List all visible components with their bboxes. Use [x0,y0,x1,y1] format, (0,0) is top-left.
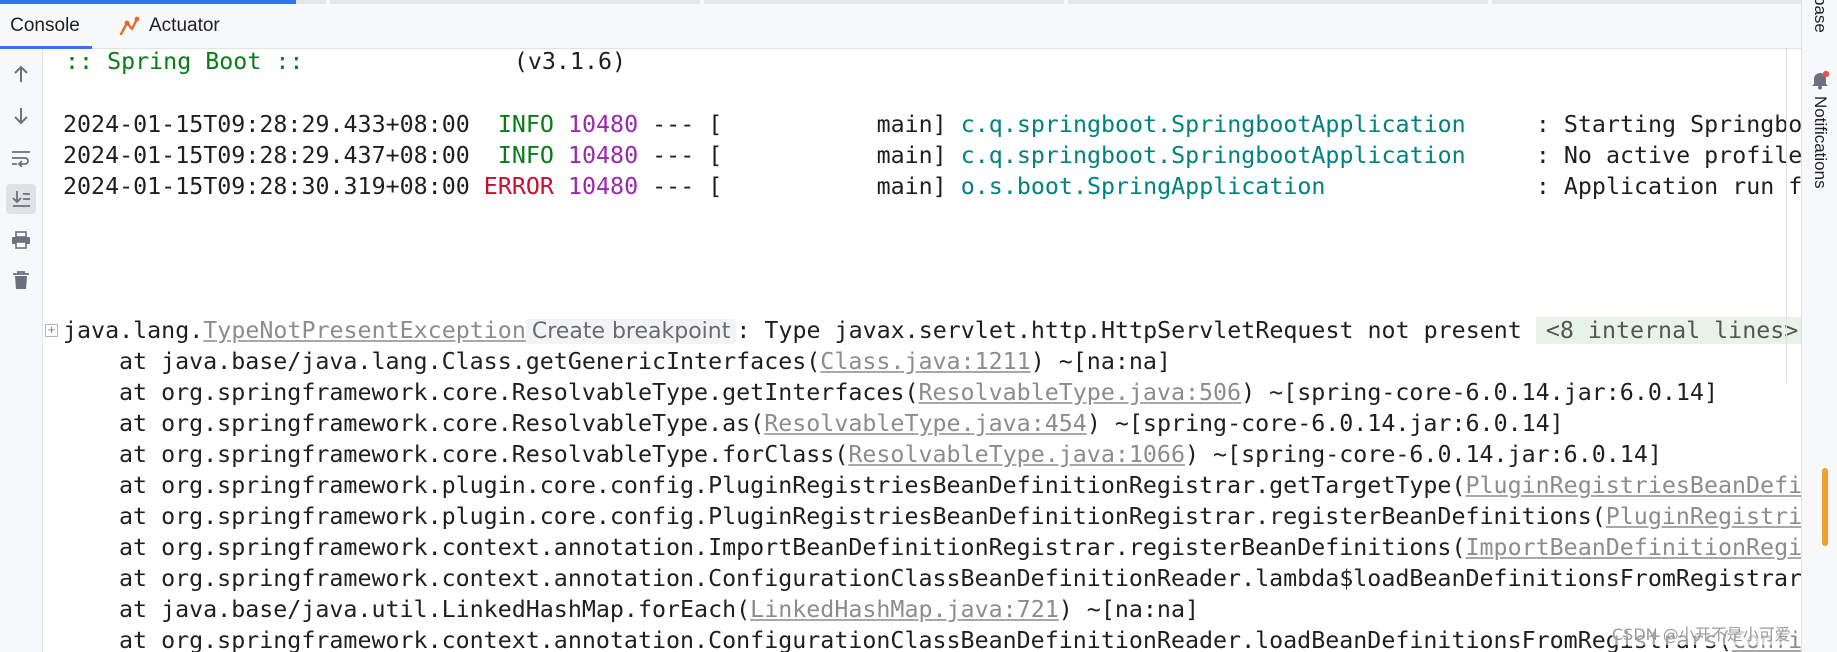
soft-wrap-icon [12,151,30,167]
tab-console-label: Console [10,15,80,36]
clear-all-button[interactable] [6,265,36,295]
watermark: CSDN @小开不是小可爱 [1612,621,1791,645]
tab-actuator-label: Actuator [149,15,220,36]
print-icon [12,231,30,249]
console-output[interactable]: :: Spring Boot :: (v3.1.6) 2024-01-15T09… [43,49,1801,652]
exception-line: java.lang.TypeNotPresentException Create … [63,315,1801,348]
scroll-to-end-icon [12,191,30,207]
log-message: : Starting Springboot [1535,111,1801,138]
log-logger: o.s.boot.SpringApplication [960,173,1326,200]
stack-frame: at org.springframework.context.annotatio… [119,625,1801,652]
log-message: : Application run fa [1535,173,1801,200]
log-level: ERROR [483,173,554,200]
log-pid: 10480 [567,173,639,200]
print-button[interactable] [6,225,36,255]
actuator-icon [120,16,140,36]
create-breakpoint-hint[interactable]: Create breakpoint [525,319,737,344]
log-line: 2024-01-15T09:28:29.437+08:00 INFO 10480… [63,142,1801,169]
source-link[interactable]: ImportBeanDefinitionRegis [1466,534,1802,561]
log-logger: c.q.springboot.SpringbootApplication [960,142,1466,169]
stack-frame: at org.springframework.context.annotatio… [119,532,1801,564]
banner-label: :: Spring Boot :: [65,49,304,75]
scroll-up-button[interactable] [6,59,36,89]
notifications-tab-label[interactable]: Notifications [1810,96,1830,189]
folded-internal-lines[interactable]: <8 internal lines> [1535,317,1801,344]
source-link[interactable]: ResolvableType.java:506 [918,379,1241,406]
soft-wrap-button[interactable] [6,143,36,173]
log-level: INFO [497,142,554,169]
console-toolbar [0,49,43,652]
tool-window-tabbar: Console Actuator [0,0,1801,49]
stack-frame: at java.base/java.lang.Class.getGenericI… [119,348,1171,375]
tab-console[interactable]: Console [0,4,92,49]
right-margin-guide [1786,49,1787,383]
exception-message: : Type javax.servlet.http.HttpServletReq… [736,317,1522,344]
source-link[interactable]: PluginRegistrie [1606,503,1801,530]
stack-frame: at org.springframework.core.ResolvableTy… [119,441,1662,468]
log-message: : No active profile [1535,142,1801,169]
log-pid: 10480 [567,111,639,138]
scroll-to-end-button[interactable] [6,184,36,214]
scrollbar-thumb[interactable] [1822,468,1828,546]
database-tab-label[interactable]: base [1810,0,1830,33]
log-logger: c.q.springboot.SpringbootApplication [960,111,1466,138]
right-tool-strip: base Notifications [1801,0,1837,652]
source-link[interactable]: Class.java:1211 [820,348,1030,375]
stack-frame: at java.base/java.util.LinkedHashMap.for… [119,596,1200,623]
scroll-down-button[interactable] [6,101,36,131]
stack-frame: at org.springframework.context.annotatio… [119,565,1801,592]
stack-frame: at org.springframework.core.ResolvableTy… [119,410,1564,437]
arrow-down-icon [14,108,28,125]
stack-frame: at org.springframework.plugin.core.confi… [119,470,1801,502]
log-pid: 10480 [567,142,639,169]
source-link[interactable]: ResolvableType.java:454 [764,410,1087,437]
source-link[interactable]: LinkedHashMap.java:721 [750,596,1059,623]
notifications-bell-icon[interactable] [1810,70,1830,90]
source-link[interactable]: ResolvableType.java:1066 [848,441,1185,468]
source-link[interactable]: PluginRegistriesBeanDefin [1466,472,1802,499]
stack-frame: at org.springframework.plugin.core.confi… [119,501,1801,533]
expand-fold-icon[interactable]: + [45,324,58,337]
log-line: 2024-01-15T09:28:29.433+08:00 INFO 10480… [63,109,1801,141]
banner-version: (v3.1.6) [513,49,627,75]
arrow-up-icon [14,65,28,82]
trash-icon [13,271,29,289]
exception-class-link[interactable]: TypeNotPresentException [203,317,526,344]
tab-actuator[interactable]: Actuator [120,4,220,48]
banner-line: :: Spring Boot :: (v3.1.6) [65,49,626,78]
log-level: INFO [497,111,554,138]
log-line: 2024-01-15T09:28:30.319+08:00 ERROR 1048… [63,171,1801,203]
stack-frame: at org.springframework.core.ResolvableTy… [119,379,1718,406]
